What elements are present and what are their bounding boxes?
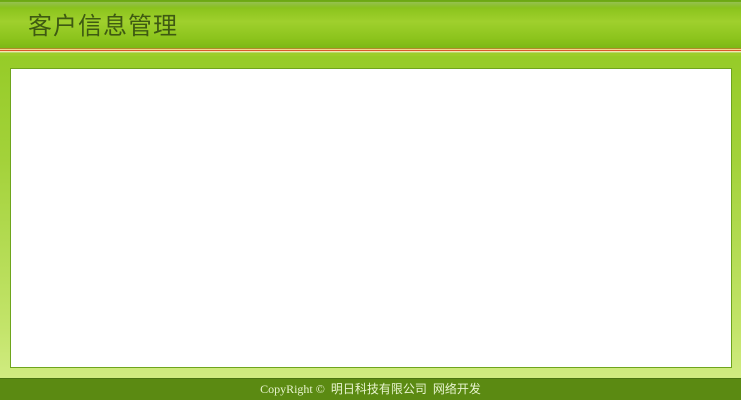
content-panel — [10, 68, 732, 368]
header-shine — [0, 2, 741, 8]
header-divider-stripes — [0, 48, 741, 56]
copyright-text: CopyRight © 明日科技有限公司 网络开发 — [260, 382, 481, 396]
header-bar: 客户信息管理 — [0, 0, 741, 49]
page-title: 客户信息管理 — [28, 12, 178, 40]
stripe-line — [0, 53, 741, 56]
footer-bar: CopyRight © 明日科技有限公司 网络开发 — [0, 378, 741, 400]
page: 客户信息管理 CopyRight © 明日科技有限公司 网络开发 — [0, 0, 741, 400]
